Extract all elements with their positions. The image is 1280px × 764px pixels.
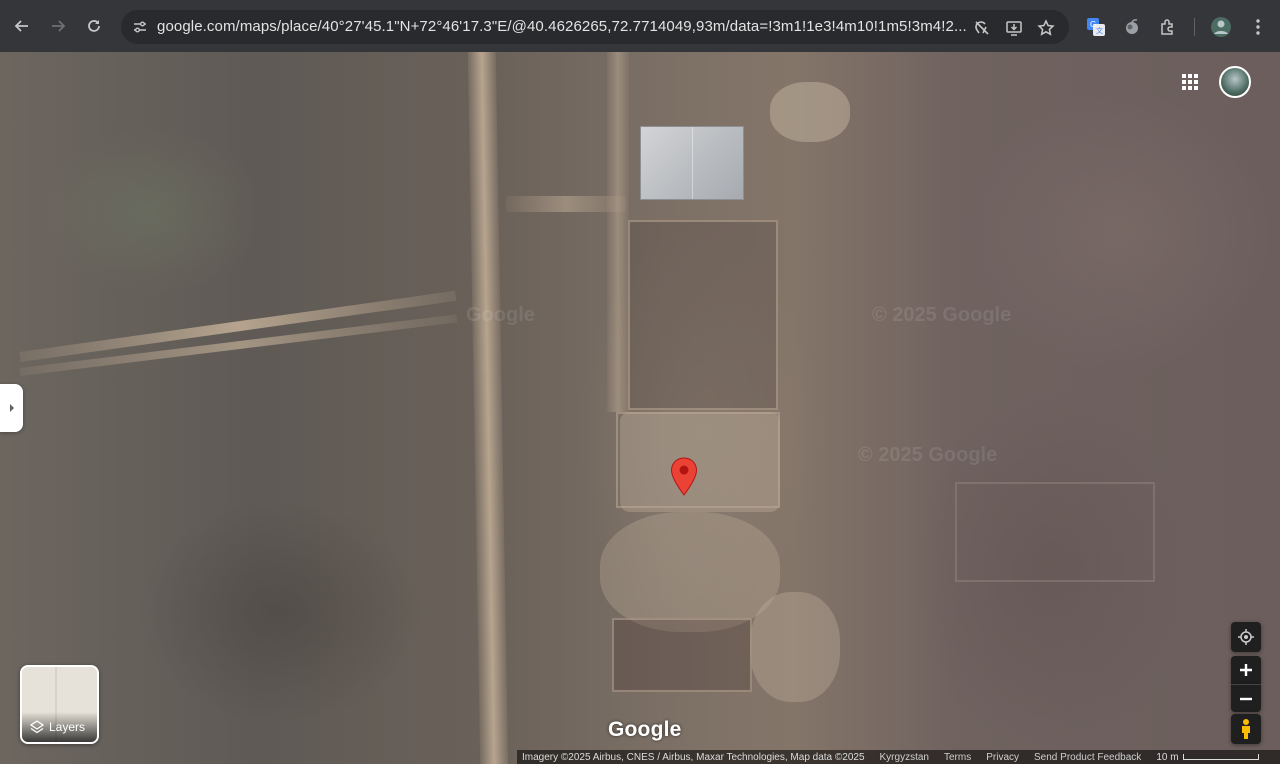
minus-icon (1240, 697, 1252, 700)
back-icon (14, 20, 28, 32)
layers-label-row: Layers (22, 712, 97, 742)
google-logo: Google (608, 718, 682, 741)
extensions-menu-button[interactable] (1157, 16, 1179, 38)
bookmark-button[interactable] (1036, 18, 1056, 38)
extension-icon (1126, 19, 1138, 34)
scale-bar (1182, 754, 1259, 760)
translate-icon: G文 (1087, 18, 1105, 36)
compound-wall (612, 618, 752, 692)
google-apps-button[interactable] (1178, 70, 1202, 94)
scale-label: 10 m (1156, 751, 1179, 763)
layers-label: Layers (49, 720, 86, 734)
profile-icon (1211, 17, 1231, 37)
terms-link[interactable]: Terms (944, 752, 971, 763)
back-button[interactable] (7, 11, 37, 41)
building-roof (640, 126, 744, 200)
map-watermark: © 2025 Google (858, 444, 998, 466)
tracking-off-icon (975, 21, 989, 35)
compound-wall (616, 412, 780, 508)
map-footer: Imagery ©2025 Airbus, CNES / Airbus, Max… (517, 750, 1280, 764)
plus-icon (1240, 664, 1252, 676)
site-info-button[interactable] (129, 16, 151, 38)
install-app-icon (1006, 21, 1022, 36)
dirt-track (607, 52, 629, 412)
dirt-road (467, 52, 509, 764)
chevron-right-icon (9, 404, 14, 412)
side-panel-toggle[interactable] (0, 384, 23, 432)
region-link[interactable]: Kyrgyzstan (880, 752, 929, 763)
sand-patch (770, 82, 850, 142)
layers-button[interactable]: Layers (20, 665, 99, 744)
reload-icon (88, 20, 100, 32)
apps-grid-icon (1182, 74, 1198, 90)
forward-icon (52, 20, 66, 32)
map-watermark: © 2025 Google (872, 304, 1012, 326)
url-text[interactable]: google.com/maps/place/40°27'45.1"N+72°46… (157, 18, 977, 35)
locate-icon (1238, 629, 1254, 645)
translate-extension[interactable]: G文 (1085, 16, 1107, 38)
menu-icon (1256, 19, 1260, 35)
map-pin-icon (670, 457, 698, 496)
address-bar[interactable]: google.com/maps/place/40°27'45.1"N+72°46… (121, 10, 1069, 44)
map-watermark: Google (466, 304, 535, 326)
tracking-protection-button[interactable] (972, 18, 992, 38)
toolbar-separator (1194, 18, 1195, 36)
install-app-button[interactable] (1004, 18, 1024, 38)
field-outline (955, 482, 1155, 582)
browser-toolbar: google.com/maps/place/40°27'45.1"N+72°46… (0, 0, 1280, 52)
feedback-link[interactable]: Send Product Feedback (1034, 752, 1141, 763)
compound-wall (628, 220, 778, 410)
layers-icon (30, 720, 44, 734)
imagery-attribution: Imagery ©2025 Airbus, CNES / Airbus, Max… (522, 751, 865, 763)
pegman-icon (1242, 719, 1250, 739)
my-location-button[interactable] (1231, 622, 1261, 652)
bookmark-star-icon (1037, 19, 1055, 36)
zoom-in-button[interactable] (1231, 656, 1261, 684)
forward-button[interactable] (43, 11, 73, 41)
puzzle-icon (1161, 19, 1173, 35)
scale-control[interactable]: 10 m (1151, 751, 1259, 763)
map-pin[interactable] (670, 457, 698, 497)
sand-patch (750, 592, 840, 702)
map-canvas[interactable]: Google © 2025 Google © 2025 Google Layer… (0, 52, 1280, 764)
site-info-icon (134, 21, 146, 33)
reload-button[interactable] (79, 11, 109, 41)
extension-button[interactable] (1121, 16, 1143, 38)
svg-text:文: 文 (1096, 26, 1103, 35)
zoom-out-button[interactable] (1231, 684, 1261, 712)
account-avatar[interactable] (1219, 66, 1251, 98)
privacy-link[interactable]: Privacy (986, 752, 1019, 763)
browser-menu-button[interactable] (1247, 16, 1269, 38)
sand-patch (600, 512, 780, 632)
street-view-pegman[interactable] (1231, 714, 1261, 744)
profile-button[interactable] (1210, 16, 1232, 38)
